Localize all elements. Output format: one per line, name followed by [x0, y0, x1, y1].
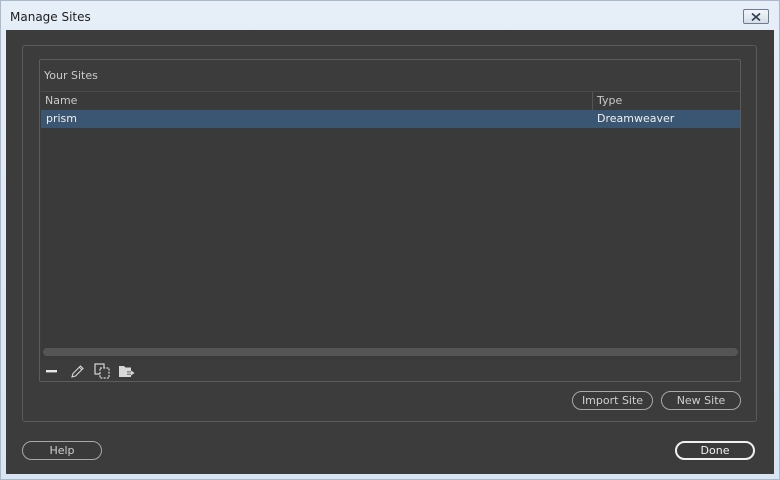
column-header-name[interactable]: Name [45, 94, 77, 107]
close-icon [751, 12, 761, 21]
export-site-button[interactable] [118, 363, 136, 379]
export-icon [119, 366, 135, 377]
minus-icon [46, 370, 57, 373]
site-name: prism [46, 112, 78, 125]
import-site-button[interactable]: Import Site [572, 391, 653, 410]
column-divider[interactable] [592, 92, 593, 110]
new-site-button[interactable]: New Site [661, 391, 741, 410]
help-button[interactable]: Help [22, 441, 102, 460]
duplicate-site-button[interactable] [93, 363, 111, 379]
title-bar[interactable]: Manage Sites [1, 1, 779, 29]
site-type: Dreamweaver [597, 112, 675, 125]
duplicate-icon [93, 363, 110, 379]
sites-toolbar [43, 363, 163, 379]
horizontal-scrollbar[interactable] [43, 348, 738, 356]
sites-list[interactable]: Name Type prism Dreamweaver [41, 91, 740, 361]
your-sites-label: Your Sites [44, 69, 98, 82]
site-row-prism[interactable]: prism Dreamweaver [41, 110, 740, 128]
list-header: Name Type [41, 92, 740, 110]
window-title: Manage Sites [10, 10, 91, 24]
pencil-icon [70, 364, 84, 378]
remove-site-button[interactable] [43, 363, 61, 379]
column-header-type[interactable]: Type [597, 94, 622, 107]
edit-site-button[interactable] [68, 363, 86, 379]
close-button[interactable] [743, 9, 769, 24]
manage-sites-dialog: Manage Sites Your Sites Name Type prism [0, 0, 780, 480]
dialog-body: Your Sites Name Type prism Dreamweaver I… [6, 30, 774, 474]
your-sites-group: Your Sites Name Type prism Dreamweaver [39, 59, 741, 382]
done-button[interactable]: Done [675, 441, 755, 460]
sites-panel: Your Sites Name Type prism Dreamweaver I… [22, 45, 757, 422]
